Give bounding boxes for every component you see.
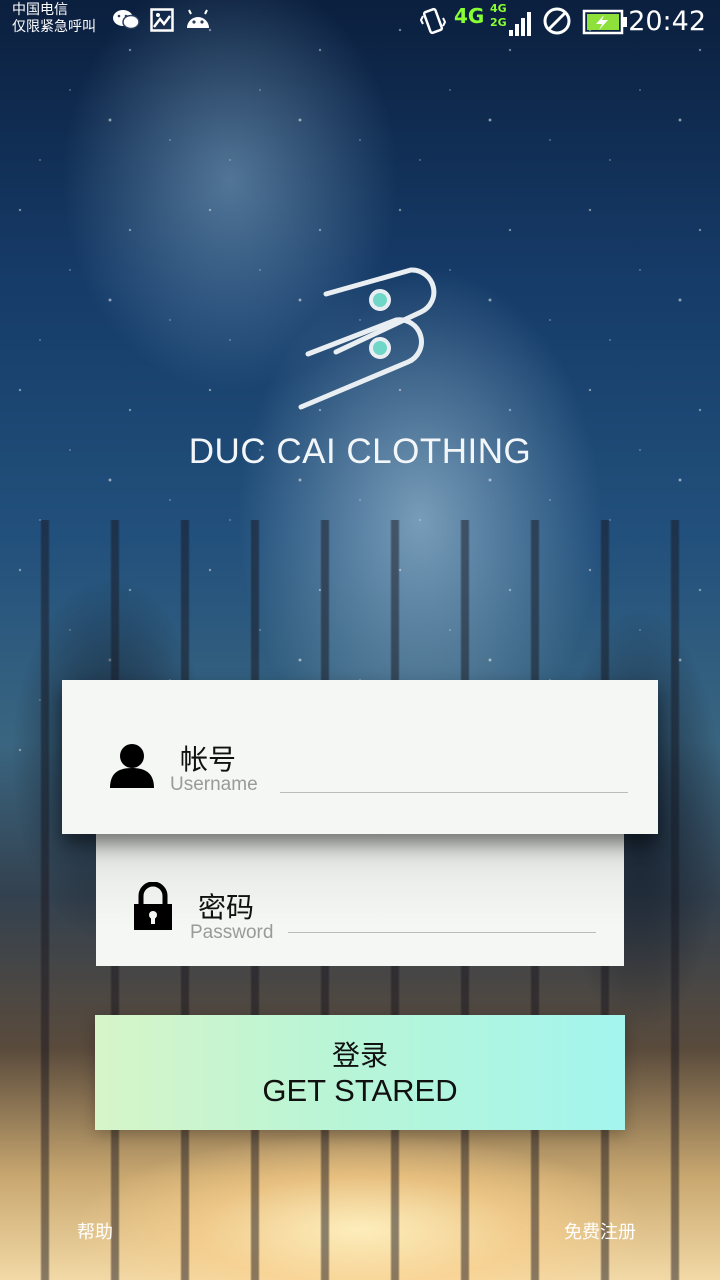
android-icon	[184, 8, 212, 34]
user-icon	[108, 742, 156, 792]
password-card: 密码 Password	[96, 834, 624, 966]
username-label: 帐号	[180, 743, 237, 776]
register-link[interactable]: 免费注册	[564, 1218, 636, 1244]
carrier-info: 中国电信 仅限紧急呼叫	[12, 2, 96, 36]
password-input[interactable]	[288, 898, 600, 934]
help-link[interactable]: 帮助	[77, 1218, 113, 1244]
username-card: 帐号 Username	[62, 680, 658, 834]
username-placeholder: Username	[170, 774, 258, 795]
brand-logo-icon	[296, 262, 446, 412]
username-input[interactable]	[278, 758, 632, 794]
lock-icon	[132, 881, 174, 936]
password-placeholder: Password	[190, 922, 274, 943]
login-button-label-en: GET STARED	[262, 1073, 458, 1108]
do-not-disturb-icon	[542, 6, 572, 40]
signal-strength-icon	[508, 6, 532, 42]
status-bar: 中国电信 仅限紧急呼叫 4G 4G 2G 20:42	[0, 0, 720, 44]
clock: 20:42	[628, 6, 706, 37]
emergency-only-text: 仅限紧急呼叫	[12, 19, 96, 35]
username-underline	[280, 792, 628, 793]
network-type-top: 4G	[490, 2, 507, 15]
network-type-bottom: 2G	[490, 16, 507, 29]
network-type-dual: 4G 2G	[490, 2, 507, 30]
battery-charging-icon	[582, 8, 628, 40]
password-underline	[288, 932, 596, 933]
wechat-icon	[112, 8, 140, 36]
carrier-name: 中国电信	[12, 2, 68, 18]
network-type-main: 4G	[454, 4, 485, 28]
image-icon	[150, 8, 174, 36]
login-button-label-cn: 登录	[331, 1039, 388, 1072]
login-button[interactable]: 登录 GET STARED	[95, 1015, 625, 1130]
password-label: 密码	[198, 891, 255, 924]
brand-name: DUC CAI CLOTHING	[188, 432, 532, 471]
vibrate-icon	[419, 6, 447, 40]
